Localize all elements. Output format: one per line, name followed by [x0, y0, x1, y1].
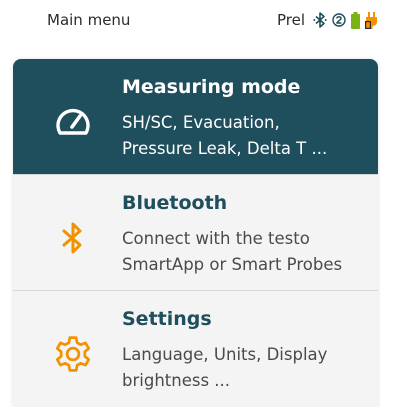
menu-item-title: Settings [122, 308, 212, 330]
page-title: Main menu [47, 11, 131, 29]
status-indicators: Prel [277, 11, 378, 29]
main-menu: Measuring mode SH/SC, Evacuation, Pressu… [13, 59, 378, 407]
battery-icon [351, 11, 360, 29]
menu-item-settings[interactable]: Settings Language, Units, Display bright… [13, 291, 378, 407]
menu-item-description: Language, Units, Display brightness ... [122, 345, 328, 390]
gauge-icon [53, 102, 93, 142]
menu-item-title: Measuring mode [122, 76, 301, 98]
menu-item-description: Connect with the testo SmartApp or Smart… [122, 229, 343, 274]
menu-item-measuring-mode[interactable]: Measuring mode SH/SC, Evacuation, Pressu… [13, 59, 378, 175]
prel-label: Prel [276, 11, 305, 29]
menu-item-description: SH/SC, Evacuation, Pressure Leak, Delta … [122, 113, 328, 158]
gear-icon [53, 334, 93, 374]
probe-2-icon [332, 13, 346, 27]
menu-item-title: Bluetooth [122, 192, 228, 214]
bluetooth-icon [53, 218, 93, 258]
menu-item-bluetooth[interactable]: Bluetooth Connect with the testo SmartAp… [13, 175, 378, 291]
bluetooth-icon [313, 12, 327, 28]
power-plug-icon [365, 11, 378, 29]
status-bar: Main menu Prel [0, 0, 398, 40]
